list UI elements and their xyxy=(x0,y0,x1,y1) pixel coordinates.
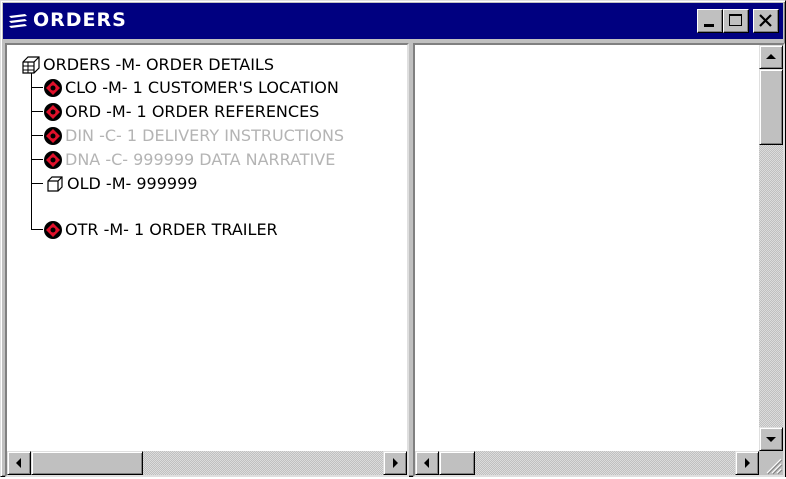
arrow-up-icon xyxy=(766,54,776,59)
tree-item-label: OLD -M- 999999 xyxy=(67,174,198,193)
scroll-right-button[interactable] xyxy=(735,451,759,475)
tree-pane[interactable]: ORDERS -M- ORDER DETAILS CLO -M- 1 CUSTO… xyxy=(5,43,409,477)
detail-pane[interactable] xyxy=(413,43,785,477)
scroll-left-button[interactable] xyxy=(415,451,439,475)
scroll-down-button[interactable] xyxy=(759,427,783,451)
segment-node-icon xyxy=(44,103,62,121)
tree-view[interactable]: ORDERS -M- ORDER DETAILS CLO -M- 1 CUSTO… xyxy=(7,45,407,449)
maximize-icon xyxy=(729,14,742,26)
arrow-right-icon xyxy=(393,458,398,468)
close-icon xyxy=(759,14,772,27)
scroll-thumb[interactable] xyxy=(759,69,783,145)
arrow-right-icon xyxy=(745,458,750,468)
vertical-scrollbar[interactable] xyxy=(759,45,783,451)
tree-item-label: ORD -M- 1 ORDER REFERENCES xyxy=(65,102,320,121)
scroll-up-button[interactable] xyxy=(759,45,783,69)
tree-item-label: OTR -M- 1 ORDER TRAILER xyxy=(65,220,278,239)
close-button[interactable] xyxy=(753,9,779,33)
maximize-button[interactable] xyxy=(723,9,749,33)
group-node-icon xyxy=(47,176,63,192)
orders-window: ORDERS ORDERS -M- ORDER DETAILS CLO -M- … xyxy=(0,0,786,477)
segment-node-icon xyxy=(44,221,62,239)
window-title: ORDERS xyxy=(33,9,127,31)
scroll-right-button[interactable] xyxy=(383,451,407,475)
tree-item-label: DIN -C- 1 DELIVERY INSTRUCTIONS xyxy=(65,126,345,145)
arrow-down-icon xyxy=(766,437,776,442)
app-icon xyxy=(9,14,27,28)
tree-item-label: CLO -M- 1 CUSTOMER'S LOCATION xyxy=(65,78,339,97)
right-horizontal-scrollbar[interactable] xyxy=(415,451,759,475)
left-horizontal-scrollbar[interactable] xyxy=(7,451,407,475)
tree-root-label: ORDERS -M- ORDER DETAILS xyxy=(43,55,274,74)
scroll-thumb[interactable] xyxy=(439,451,475,475)
size-grip[interactable] xyxy=(759,451,783,475)
segment-node-icon xyxy=(44,151,62,169)
title-bar[interactable]: ORDERS xyxy=(3,3,783,39)
scroll-left-button[interactable] xyxy=(7,451,31,475)
table-icon xyxy=(22,56,40,74)
minimize-button[interactable] xyxy=(697,9,723,33)
arrow-left-icon xyxy=(16,458,21,468)
arrow-left-icon xyxy=(424,458,429,468)
minimize-icon xyxy=(704,24,714,27)
segment-node-icon xyxy=(44,79,62,97)
tree-item-label: DNA -C- 999999 DATA NARRATIVE xyxy=(65,150,336,169)
scroll-thumb[interactable] xyxy=(31,451,143,475)
resize-grip-icon xyxy=(766,458,783,475)
segment-node-icon xyxy=(44,127,62,145)
